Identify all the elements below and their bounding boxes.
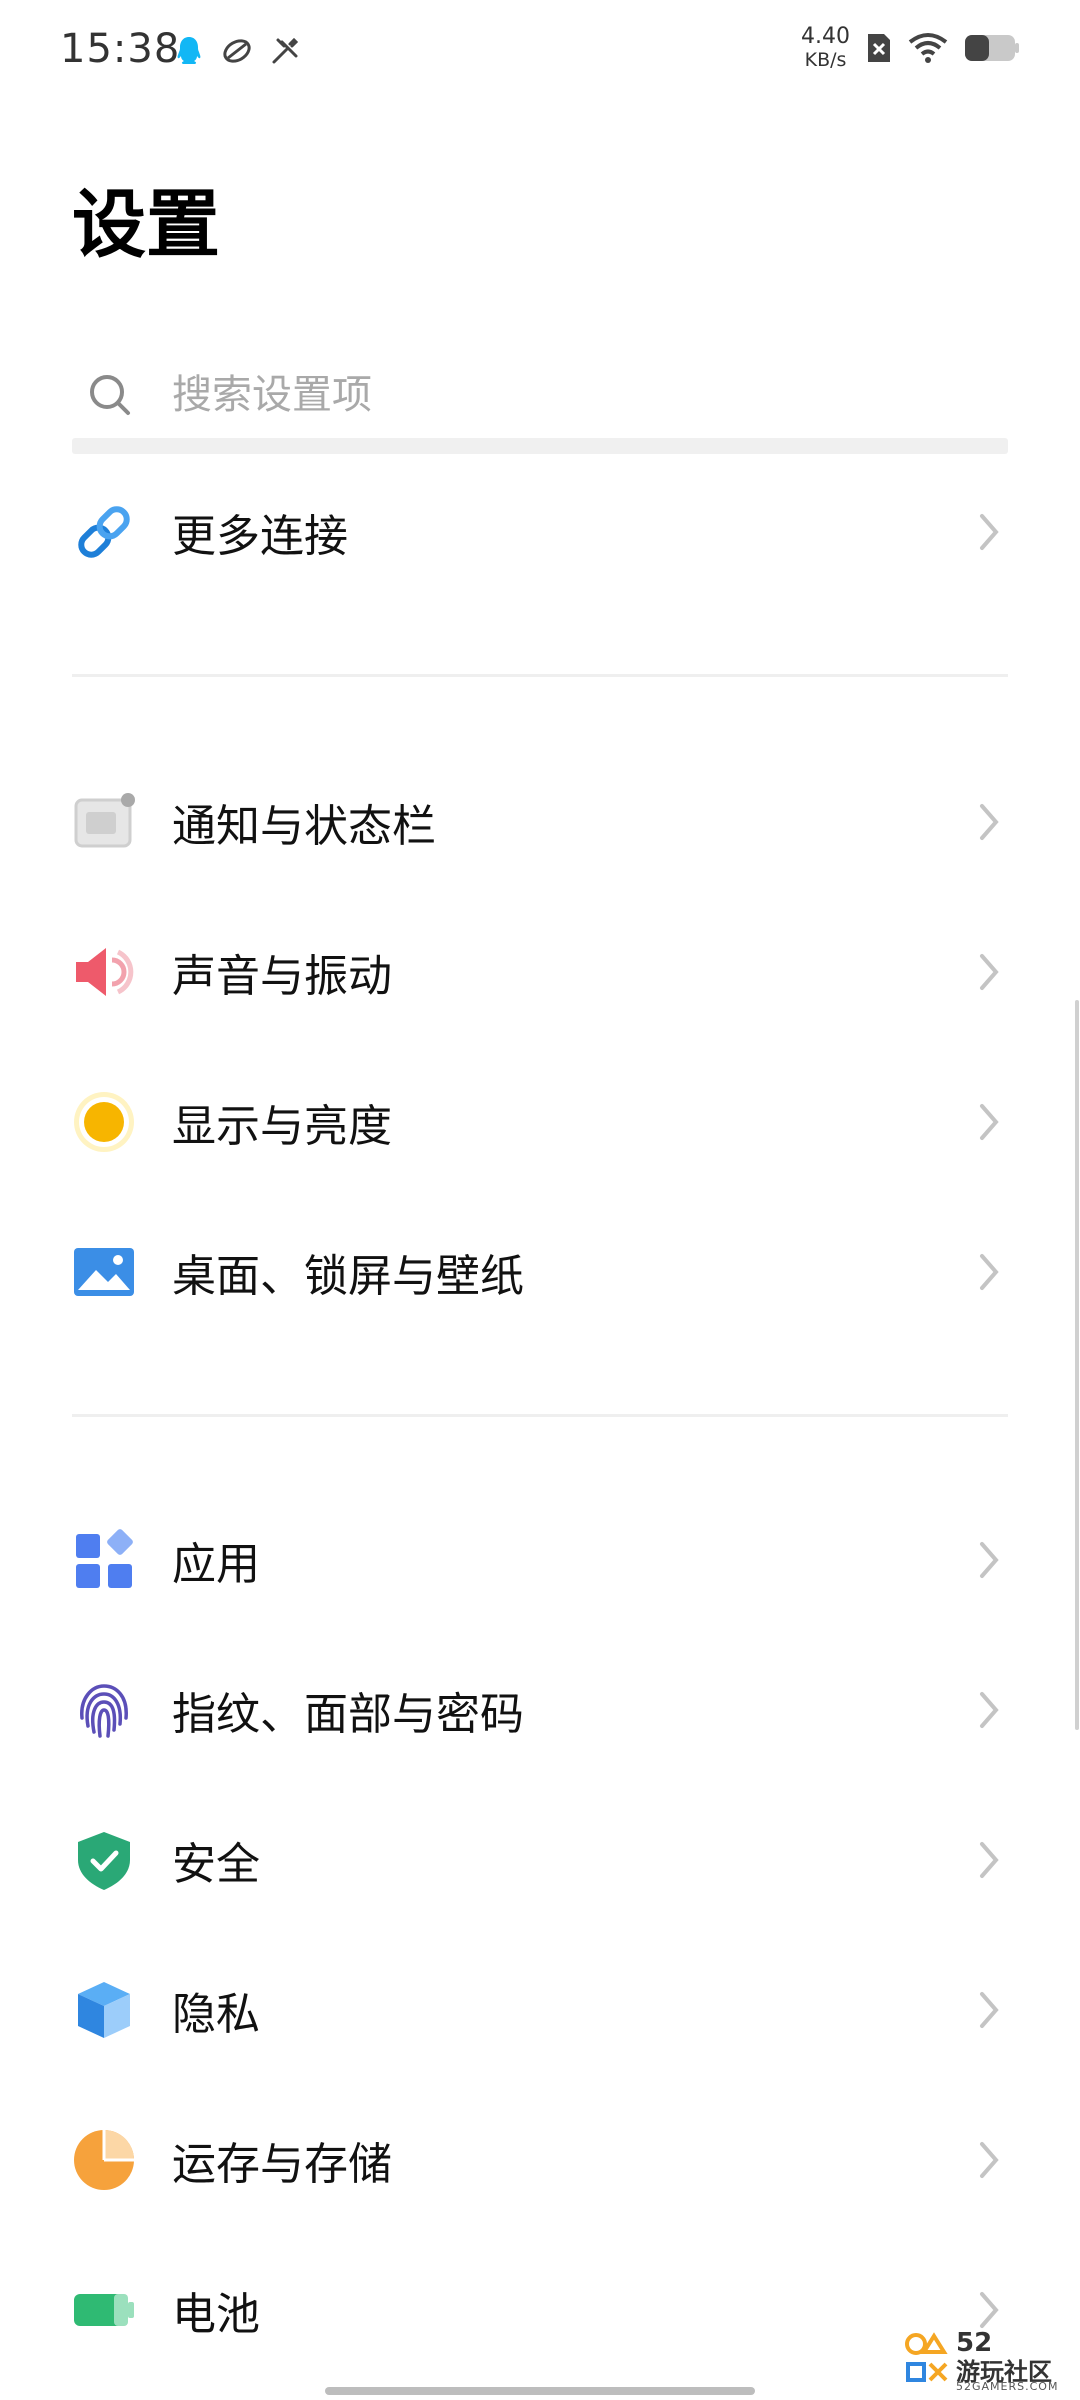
brightness-icon	[74, 1092, 134, 1152]
scrollbar[interactable]	[1075, 1000, 1079, 1730]
settings-item-privacy[interactable]: 隐私	[72, 1940, 1008, 2080]
settings-item-label: 安全	[172, 1839, 260, 1890]
apps-icon	[76, 1529, 133, 1588]
notification-icon	[74, 793, 135, 848]
settings-item-notifications[interactable]: 通知与状态栏	[72, 752, 1008, 892]
search-separator	[72, 438, 1008, 454]
settings-item-fingerprint[interactable]: 指纹、面部与密码	[72, 1640, 1008, 1780]
settings-item-wallpaper[interactable]: 桌面、锁屏与壁纸	[72, 1202, 1008, 1342]
wallpaper-icon	[74, 1248, 134, 1296]
network-speed: 4.40 KB/s	[801, 26, 850, 70]
settings-item-label: 通知与状态栏	[172, 801, 436, 852]
settings-item-label: 运存与存储	[172, 2139, 392, 2190]
search-icon	[90, 375, 130, 415]
wifi-icon	[908, 33, 948, 63]
chevron-right-icon	[980, 1254, 999, 1290]
settings-item-label: 指纹、面部与密码	[172, 1689, 524, 1740]
settings-item-sound[interactable]: 声音与振动	[72, 902, 1008, 1042]
link-icon	[78, 506, 130, 558]
no-sim-icon	[868, 34, 890, 62]
chevron-right-icon	[980, 804, 999, 840]
settings-item-label: 桌面、锁屏与壁纸	[172, 1251, 524, 1302]
settings-screen: 15:38 4.40 KB/s 设置 搜索设置项 更多连接 通知与状态栏 声音与…	[0, 0, 1080, 2400]
game-icon	[223, 39, 251, 63]
chevron-right-icon	[980, 1542, 999, 1578]
chevron-right-icon	[980, 1692, 999, 1728]
fingerprint-icon	[80, 1684, 128, 1738]
chevron-right-icon	[980, 1842, 999, 1878]
notification-icons	[172, 34, 302, 68]
settings-item-security[interactable]: 安全	[72, 1790, 1008, 1930]
chevron-right-icon	[980, 1104, 999, 1140]
settings-item-label: 电池	[172, 2289, 260, 2340]
settings-item-label: 更多连接	[172, 511, 348, 562]
settings-item-battery[interactable]: 电池	[72, 2240, 1008, 2380]
battery-icon	[74, 2294, 134, 2326]
watermark: 52 游玩社区 52GAMERS.COM	[904, 2328, 1074, 2394]
settings-item-display[interactable]: 显示与亮度	[72, 1052, 1008, 1192]
settings-item-label: 声音与振动	[172, 951, 392, 1002]
chevron-right-icon	[980, 514, 999, 550]
chevron-right-icon	[980, 2292, 999, 2328]
watermark-url: 52GAMERS.COM	[956, 2380, 1059, 2393]
gesture-bar[interactable]	[325, 2387, 755, 2395]
chevron-right-icon	[980, 2142, 999, 2178]
qq-icon	[177, 37, 201, 64]
net-speed-unit: KB/s	[804, 49, 847, 71]
chevron-right-icon	[980, 954, 999, 990]
settings-item-apps[interactable]: 应用	[72, 1490, 1008, 1630]
privacy-cube-icon	[78, 1982, 130, 2038]
shield-icon	[78, 1832, 130, 1890]
settings-item-more-connections[interactable]: 更多连接	[72, 462, 1008, 602]
chevron-right-icon	[980, 1992, 999, 2028]
status-time: 15:38	[60, 26, 181, 72]
search-bar[interactable]	[72, 350, 1008, 440]
settings-item-storage[interactable]: 运存与存储	[72, 2090, 1008, 2230]
section-divider	[72, 674, 1008, 677]
net-speed-value: 4.40	[801, 24, 850, 49]
tools-icon	[272, 37, 299, 64]
battery-status-icon	[965, 35, 1019, 61]
settings-item-label: 隐私	[172, 1989, 260, 2040]
section-divider	[72, 1414, 1008, 1417]
status-right: 4.40 KB/s	[801, 26, 1020, 70]
page-title: 设置	[72, 182, 220, 268]
speaker-icon	[76, 948, 134, 996]
watermark-logo-icon	[905, 2332, 948, 2382]
settings-item-label: 应用	[172, 1539, 260, 1590]
storage-pie-icon	[74, 2130, 134, 2190]
status-bar: 15:38 4.40 KB/s	[0, 0, 1080, 104]
settings-item-label: 显示与亮度	[172, 1101, 392, 1152]
search-input[interactable]	[170, 371, 954, 419]
